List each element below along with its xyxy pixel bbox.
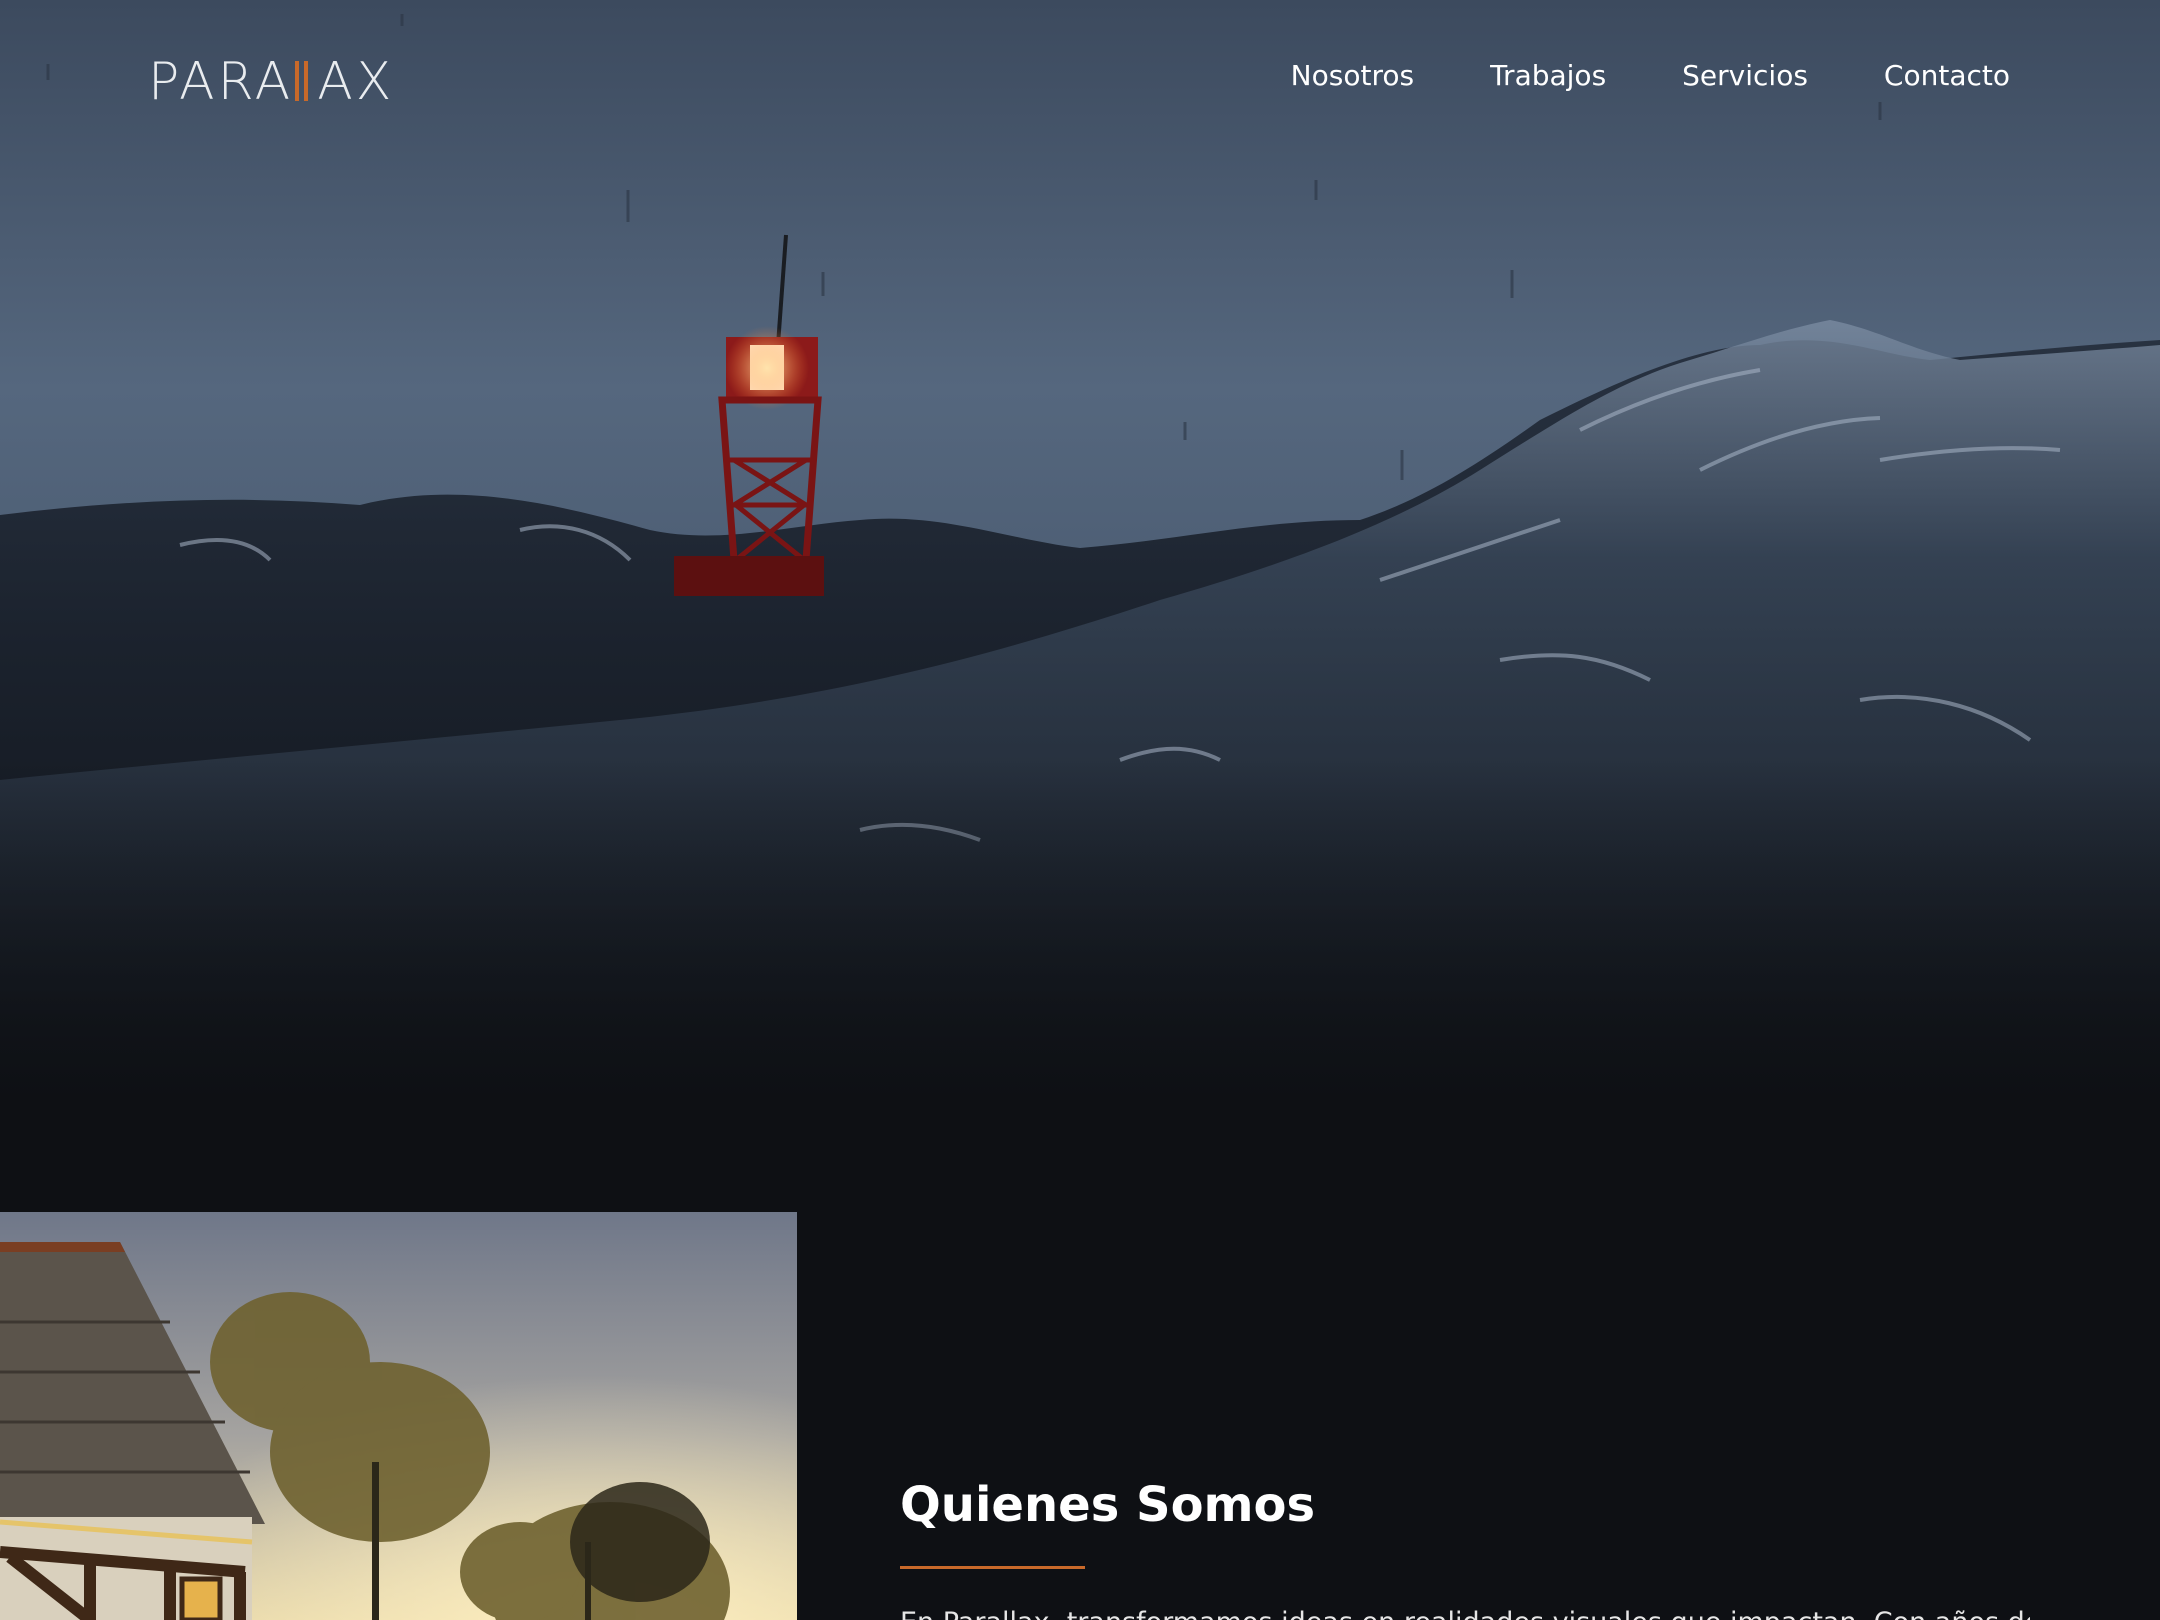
about-body-text: En Parallax, transformamos ideas en real… xyxy=(900,1603,2030,1620)
nav-item-servicios[interactable]: Servicios xyxy=(1682,56,1808,96)
logo-bars-icon xyxy=(295,52,313,112)
about-section: Quienes Somos En Parallax, transformamos… xyxy=(900,1470,2030,1620)
about-image xyxy=(0,1212,797,1620)
nav-item-contacto[interactable]: Contacto xyxy=(1884,56,2010,96)
hero-section: PARA AX Nosotros Trabajos Servicios Conta… xyxy=(0,0,2160,1110)
nav-item-nosotros[interactable]: Nosotros xyxy=(1291,56,1414,96)
hero-image xyxy=(0,0,2160,1110)
main-nav: Nosotros Trabajos Servicios Contacto xyxy=(1291,56,2010,96)
page: PARA AX Nosotros Trabajos Servicios Conta… xyxy=(0,0,2160,1620)
about-divider xyxy=(900,1566,1085,1569)
about-title: Quienes Somos xyxy=(900,1477,1316,1533)
nav-item-trabajos[interactable]: Trabajos xyxy=(1490,56,1606,96)
site-header: PARA AX Nosotros Trabajos Servicios Conta… xyxy=(0,0,2160,160)
parallax-logo[interactable]: PARA AX xyxy=(148,52,394,112)
logo-text-start: PARA xyxy=(148,52,294,112)
logo-text-end: AX xyxy=(317,52,395,112)
